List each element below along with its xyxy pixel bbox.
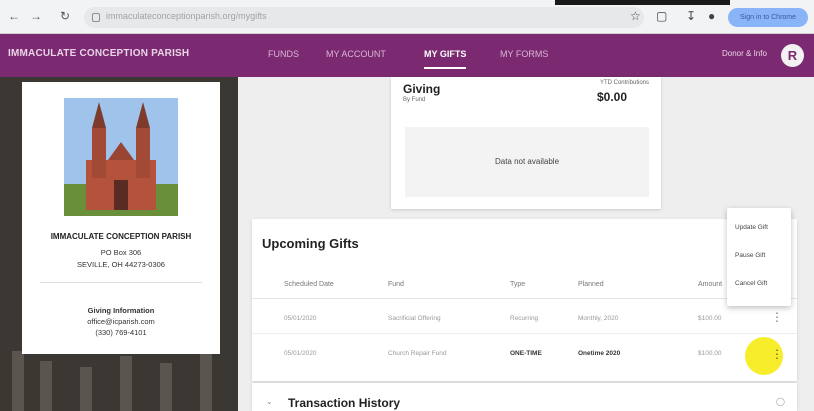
column-header[interactable]: Fund: [388, 281, 404, 288]
tab-my-account[interactable]: MY ACCOUNT: [326, 49, 386, 59]
reload-icon[interactable]: ↻: [60, 9, 70, 23]
browser-toolbar: ← → ↻ immaculateconceptionparish.org/myg…: [0, 0, 814, 34]
address-line-1: PO Box 306: [100, 248, 142, 257]
table-cell: Monthly, 2020: [578, 315, 619, 322]
decor: [160, 363, 172, 411]
ytd-label: YTD Contributions: [599, 80, 649, 86]
table-cell: Recurring: [510, 315, 539, 322]
decor: [120, 356, 132, 411]
column-header[interactable]: Scheduled Date: [284, 281, 334, 288]
church-photo: [64, 98, 178, 216]
lock-icon: [92, 13, 100, 22]
contact-email[interactable]: office@icparish.com: [22, 317, 220, 326]
divider: [252, 333, 797, 334]
decor: [200, 353, 212, 411]
chevron-down-icon[interactable]: ⌄: [266, 397, 273, 406]
tab-funds[interactable]: FUNDS: [268, 49, 299, 59]
window-bar: [555, 0, 730, 5]
table-cell: Sacrificial Offering: [388, 315, 441, 322]
star-icon[interactable]: ☆: [630, 9, 641, 23]
upcoming-gifts-panel: Upcoming Gifts Scheduled Date Fund Type …: [252, 219, 797, 381]
table-cell: 05/01/2020: [284, 350, 317, 357]
url-text: immaculateconceptionparish.org/mygifts: [106, 11, 267, 21]
download-icon[interactable]: ↧: [686, 9, 696, 23]
tab-my-gifts[interactable]: MY GIFTS: [424, 49, 467, 69]
no-data-message: Data not available: [405, 127, 649, 197]
table-cell: 05/01/2020: [284, 315, 317, 322]
column-header[interactable]: Amount: [698, 281, 722, 288]
decor: [80, 367, 92, 411]
menu-item-cancel-gift[interactable]: Cancel Gift: [735, 280, 767, 287]
forward-icon[interactable]: →: [30, 9, 42, 23]
giving-subtitle: By Fund: [403, 97, 426, 103]
extension-icon[interactable]: ▢: [656, 9, 667, 23]
parish-name: IMMACULATE CONCEPTION PARISH: [50, 232, 192, 241]
address-line-2: SEVILLE, OH 44273-0306: [77, 260, 165, 269]
table-cell: Church Repair Fund: [388, 350, 447, 357]
giving-title: Giving: [403, 82, 441, 96]
transaction-history-panel[interactable]: ⌄ Transaction History ◯: [252, 383, 797, 411]
parish-card: IMMACULATE CONCEPTION PARISH PO Box 306 …: [22, 82, 220, 354]
table-cell: $100.00: [698, 350, 722, 357]
column-header[interactable]: Planned: [578, 281, 604, 288]
tab-my-forms[interactable]: MY FORMS: [500, 49, 548, 59]
profile-button[interactable]: Sign in to Chrome: [728, 8, 808, 27]
history-title[interactable]: Transaction History: [288, 396, 400, 410]
giving-card: Giving By Fund YTD Contributions $0.00 D…: [391, 77, 661, 209]
ytd-value: $0.00: [596, 90, 627, 104]
back-icon[interactable]: ←: [8, 9, 20, 23]
menu-item-update-gift[interactable]: Update Gift: [735, 224, 768, 231]
table-cell: ONE-TIME: [510, 350, 542, 357]
contact-heading: Giving Information: [87, 306, 155, 315]
contact-phone: (330) 769-4101: [95, 328, 147, 337]
menu-item-pause-gift[interactable]: Pause Gift: [735, 252, 765, 259]
address-bar[interactable]: immaculateconceptionparish.org/mygifts: [84, 7, 644, 28]
decor: [40, 361, 52, 411]
brand-title[interactable]: IMMACULATE CONCEPTION PARISH: [8, 48, 189, 59]
divider: [40, 282, 202, 283]
row-menu-icon[interactable]: ⋮: [771, 311, 783, 323]
account-icon[interactable]: ●: [708, 9, 715, 23]
divider: [252, 298, 797, 299]
table-cell: $100.00: [698, 315, 722, 322]
decor: [12, 351, 24, 411]
user-link[interactable]: Donor & Info: [722, 49, 767, 58]
table-cell: Onetime 2020: [578, 350, 621, 357]
row-menu-icon[interactable]: ⋮: [771, 348, 783, 360]
upcoming-title: Upcoming Gifts: [262, 236, 359, 251]
column-header[interactable]: Type: [510, 281, 525, 288]
filter-icon[interactable]: ◯: [776, 397, 785, 406]
app-header: IMMACULATE CONCEPTION PARISH FUNDS MY AC…: [0, 34, 814, 77]
avatar[interactable]: R: [781, 44, 804, 67]
gift-context-menu: Update Gift Pause Gift Cancel Gift: [727, 208, 791, 306]
